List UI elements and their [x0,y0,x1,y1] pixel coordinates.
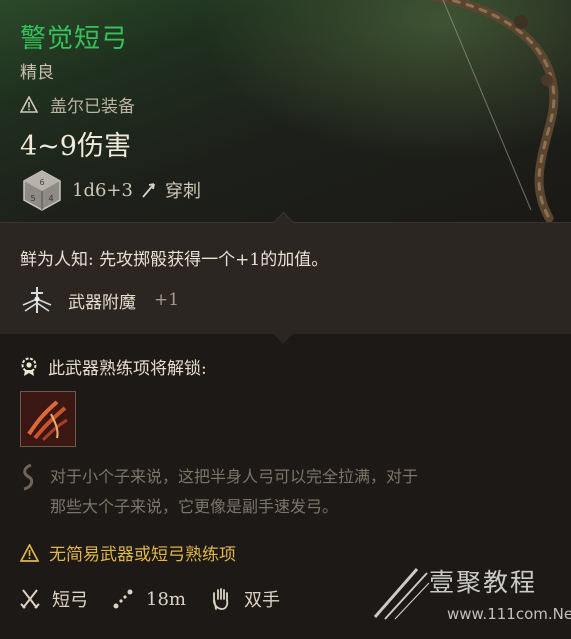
enchantment-icon [22,287,52,313]
enchantment-row: 武器附魔 +1 [20,285,179,315]
proficiency-heading: 此武器熟练项将解锁: [48,359,207,379]
weapon-traits-section: 鲜为人知: 先攻掷骰获得一个+1的加值。 武器附魔 +1 [0,211,571,335]
svg-text:4: 4 [48,194,53,203]
svg-text:5: 5 [30,194,35,203]
unlock-badge-icon [21,357,37,376]
quote-icon [23,463,34,491]
flavor-line-2: 那些大个子来说，它更像是副手速发弓。 [50,497,339,516]
hand-icon [212,588,229,610]
property-label: 双手 [243,590,280,611]
flame-slash-icon [21,392,75,446]
svg-text:6: 6 [39,178,44,187]
trait-text: 鲜为人知: 先攻掷骰获得一个+1的加值。 [20,250,329,270]
property-two-handed: 双手 [210,586,280,612]
arrow-pierce-icon [142,183,155,198]
crossed-swords-icon [20,589,40,609]
warning-icon [20,96,38,113]
enchantment-label: 武器附魔 [68,292,136,313]
equipped-status: 盖尔已装备 [20,92,135,117]
warning-triangle-icon [20,543,39,562]
item-rarity: 精良 [20,63,54,83]
dice-formula: 1d6+3 [72,179,133,201]
item-tooltip: 警觉短弓 精良 盖尔已装备 4~9伤害 6 5 4 1d6+3 穿刺 鲜为人知:… [0,0,571,639]
damage-dice-row: 6 5 4 1d6+3 穿刺 [20,168,201,212]
proficiency-heading-row: 此武器熟练项将解锁: [20,354,207,379]
watermark-url: www.111com.Net [447,605,571,623]
damage-range: 4~9伤害 [20,131,131,162]
property-shortbow: 短弓 [20,586,88,612]
watermark-title: 壹聚教程 [429,568,538,597]
property-label: 18m [146,588,186,610]
proficiency-warning: 无简易武器或短弓熟练项 [20,540,236,565]
proficiency-skill-icon[interactable] [20,391,76,447]
enchantment-value: +1 [154,290,180,310]
flavor-line-1: 对于小个子来说，这把半身人弓可以完全拉满，对于 [50,467,419,486]
warning-label: 无简易武器或短弓熟练项 [49,545,236,565]
bow-artwork-icon [428,0,559,222]
range-icon [113,589,133,609]
flavor-text: 对于小个子来说，这把半身人弓可以完全拉满，对于 那些大个子来说，它更像是副手速发… [50,462,418,522]
dice-icon: 6 5 4 [23,170,61,211]
equipped-label: 盖尔已装备 [50,97,135,117]
tooltip-header: 警觉短弓 精良 盖尔已装备 4~9伤害 6 5 4 1d6+3 穿刺 [0,0,571,222]
damage-type: 穿刺 [164,181,201,202]
property-label: 短弓 [52,590,88,611]
property-range: 18m [112,588,186,610]
item-name: 警觉短弓 [20,24,129,54]
watermark-logo-icon [373,568,430,620]
flavor-block: 对于小个子来说，这把半身人弓可以完全拉满，对于 那些大个子来说，它更像是副手速发… [20,462,550,522]
site-watermark: 壹聚教程 www.111com.Net [371,559,571,635]
weapon-properties: 短弓 18m 双手 [20,586,290,612]
